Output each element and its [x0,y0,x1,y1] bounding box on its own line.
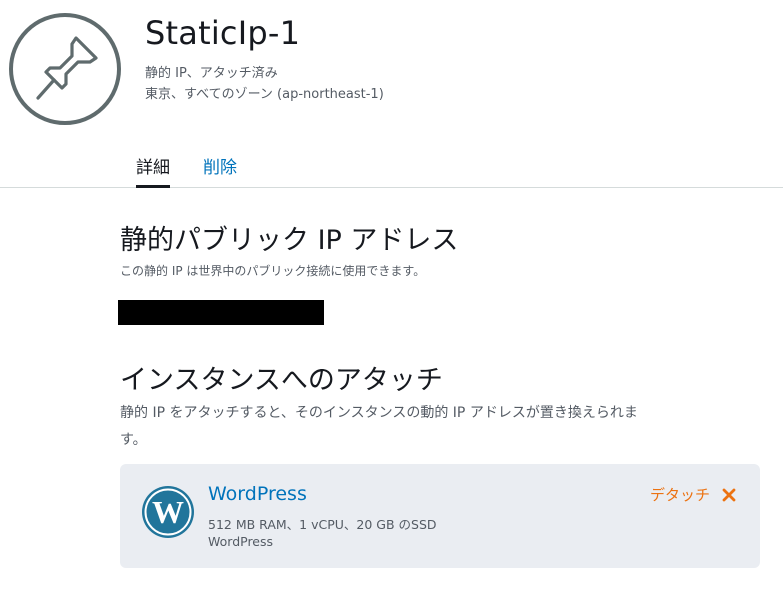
instance-blueprint: WordPress [208,534,274,549]
redacted-ip-address [118,300,324,325]
page-title: StaticIp-1 [145,14,301,52]
detach-button[interactable]: デタッチ [650,484,736,505]
instance-name-link[interactable]: WordPress [208,483,307,505]
detach-label: デタッチ [650,486,711,504]
attached-instance-card: W WordPress 512 MB RAM、1 vCPU、20 GB のSSD… [120,464,760,568]
status-subtitle: 静的 IP、アタッチ済み [145,66,278,81]
attach-description-line-2: す。 [120,432,147,448]
attach-title: インスタンスへのアタッチ [120,365,443,396]
public-ip-description: この静的 IP は世界中のパブリック接続に使用できます。 [120,264,426,278]
pin-icon [9,13,121,125]
location-subtitle: 東京、すべてのゾーン (ap-northeast-1) [145,87,384,102]
tab-delete[interactable]: 削除 [203,157,237,185]
wordpress-logo-icon: W [142,486,194,538]
instance-specs: 512 MB RAM、1 vCPU、20 GB のSSD [208,517,437,532]
tab-bar: 詳細 削除 [0,150,783,188]
attach-description-line-1: 静的 IP をアタッチすると、そのインスタンスの動的 IP アドレスが置き換えら… [120,405,638,421]
attach-description: 静的 IP をアタッチすると、そのインスタンスの動的 IP アドレスが置き換えら… [120,400,720,454]
public-ip-title: 静的パブリック IP アドレス [120,225,459,256]
close-icon [722,488,736,501]
tab-details[interactable]: 詳細 [136,157,170,188]
svg-text:W: W [152,494,184,530]
